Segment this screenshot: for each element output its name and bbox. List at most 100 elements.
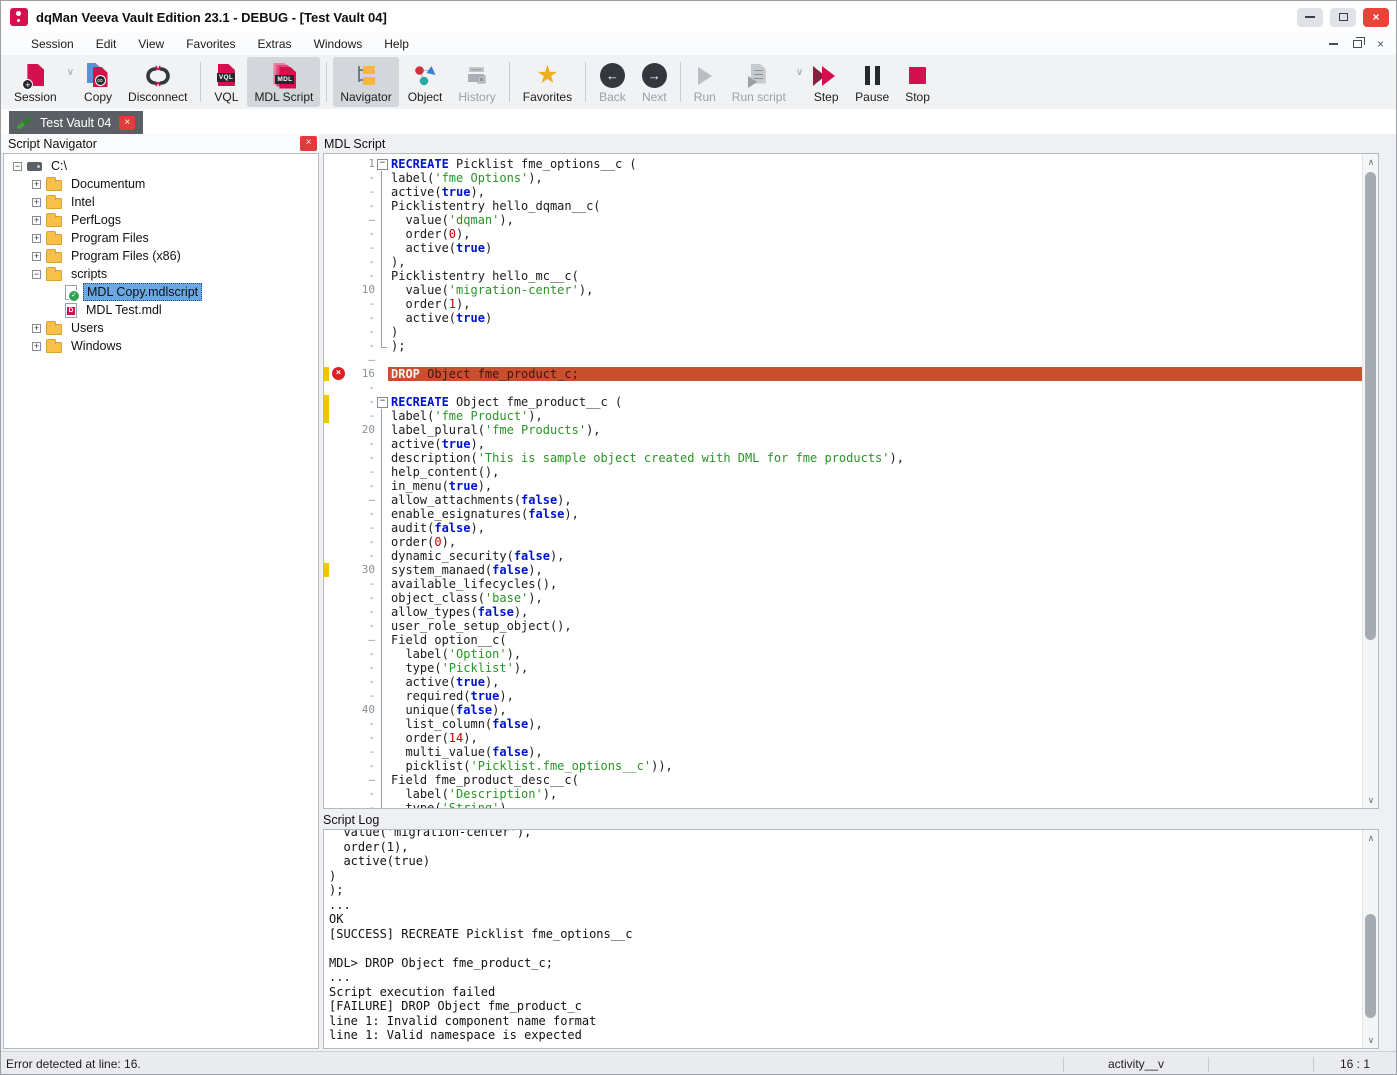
code-line[interactable]: -active(true), <box>324 185 1362 199</box>
code-line[interactable]: - required(true), <box>324 689 1362 703</box>
code-line[interactable]: 10 value('migration-center'), <box>324 283 1362 297</box>
scroll-down-icon[interactable] <box>1363 792 1379 808</box>
code-line[interactable]: - active(true) <box>324 311 1362 325</box>
code-line[interactable]: –Field fme_product_desc__c( <box>324 773 1362 787</box>
code-line[interactable]: - order(14), <box>324 731 1362 745</box>
code-line[interactable]: - picklist('Picklist.fme_options__c')), <box>324 759 1362 773</box>
copy-button[interactable]: Copy <box>77 57 119 107</box>
tree-item[interactable]: + Intel <box>4 193 318 211</box>
mdl-script-button[interactable]: MDL MDL Script <box>247 57 320 107</box>
collapse-icon[interactable]: − <box>13 162 22 171</box>
pause-button[interactable]: Pause <box>848 57 896 107</box>
step-button[interactable]: Step <box>806 57 846 107</box>
fold-collapse-icon[interactable] <box>375 395 388 409</box>
maximize-button[interactable] <box>1330 8 1356 27</box>
tree-item[interactable]: + Documentum <box>4 175 318 193</box>
tree-item-label[interactable]: Program Files <box>68 230 152 246</box>
menu-help[interactable]: Help <box>373 35 420 53</box>
favorites-button[interactable]: Favorites <box>516 57 579 107</box>
code-line[interactable]: –allow_attachments(false), <box>324 493 1362 507</box>
tree-item[interactable]: MDL Copy.mdlscript <box>4 283 318 301</box>
stop-button[interactable]: Stop <box>898 57 937 107</box>
code-line[interactable]: – value('dqman'), <box>324 213 1362 227</box>
tree-item[interactable]: +PerfLogs <box>4 211 318 229</box>
tree-item-label[interactable]: Intel <box>68 194 98 210</box>
expand-icon[interactable]: + <box>32 234 41 243</box>
code-line[interactable]: – <box>324 353 1362 367</box>
scroll-down-icon[interactable] <box>1363 1032 1379 1048</box>
tree-item[interactable]: + Program Files <box>4 229 318 247</box>
menu-windows[interactable]: Windows <box>303 35 374 53</box>
code-line[interactable]: - label('Description'), <box>324 787 1362 801</box>
expand-icon[interactable]: + <box>32 324 41 333</box>
code-line[interactable]: 20label_plural('fme Products'), <box>324 423 1362 437</box>
session-chevron-down-icon[interactable] <box>65 67 76 78</box>
minimize-button[interactable] <box>1297 8 1323 27</box>
tree-item-label[interactable]: Windows <box>68 338 125 354</box>
code-line[interactable]: - type('Picklist'), <box>324 661 1362 675</box>
code-line[interactable]: -enable_esignatures(false), <box>324 507 1362 521</box>
tree-item-label[interactable]: MDL Test.mdl <box>83 302 165 318</box>
menu-favorites[interactable]: Favorites <box>175 35 246 53</box>
scroll-up-icon[interactable] <box>1363 830 1379 846</box>
code-line[interactable]: - type('String') <box>324 801 1362 809</box>
code-line[interactable]: -audit(false), <box>324 521 1362 535</box>
code-line[interactable]: - multi_value(false), <box>324 745 1362 759</box>
tree-item-label[interactable]: MDL Copy.mdlscript <box>83 283 202 301</box>
tree-item[interactable]: +Program Files (x86) <box>4 247 318 265</box>
object-button[interactable]: Object <box>401 57 450 107</box>
code-line[interactable]: -) <box>324 325 1362 339</box>
code-line[interactable]: - <box>324 381 1362 395</box>
code-line[interactable]: -allow_types(false), <box>324 605 1362 619</box>
expand-icon[interactable]: + <box>32 198 41 207</box>
code-line[interactable]: 30system_manaed(false), <box>324 563 1362 577</box>
tab-test-vault-04[interactable]: Test Vault 04 <box>9 111 143 134</box>
code-line[interactable]: - list_column(false), <box>324 717 1362 731</box>
code-line[interactable]: -available_lifecycles(), <box>324 577 1362 591</box>
navigator-button[interactable]: Navigator <box>333 57 398 107</box>
child-close-icon[interactable]: × <box>1377 39 1384 49</box>
expand-icon[interactable]: + <box>32 342 41 351</box>
editor-scrollbar[interactable] <box>1362 154 1378 808</box>
tree-item-label[interactable]: Users <box>68 320 107 336</box>
code-line[interactable]: 1RECREATE Picklist fme_options__c ( <box>324 157 1362 171</box>
scrollbar-thumb[interactable] <box>1365 914 1376 1018</box>
code-line[interactable]: ×16DROP Object fme_product_c; <box>324 367 1362 381</box>
code-line[interactable]: -label('fme Product'), <box>324 409 1362 423</box>
collapse-icon[interactable]: − <box>32 270 41 279</box>
code-line[interactable]: -active(true), <box>324 437 1362 451</box>
tree-item[interactable]: + Users <box>4 319 318 337</box>
tree-item-label[interactable]: scripts <box>68 266 110 282</box>
code-line[interactable]: 40 unique(false), <box>324 703 1362 717</box>
tree-item-label[interactable]: Documentum <box>68 176 148 192</box>
code-line[interactable]: -dynamic_security(false), <box>324 549 1362 563</box>
tree-item-label[interactable]: PerfLogs <box>68 212 124 228</box>
script-navigator-close-icon[interactable] <box>300 136 317 151</box>
child-minimize-icon[interactable] <box>1329 43 1338 45</box>
tree-item[interactable]: + Windows <box>4 337 318 355</box>
code-line[interactable]: -label('fme Options'), <box>324 171 1362 185</box>
code-line[interactable]: -Picklistentry hello_mc__c( <box>324 269 1362 283</box>
code-line[interactable]: - active(true), <box>324 675 1362 689</box>
tree-item-label[interactable]: C:\ <box>48 158 70 174</box>
child-restore-icon[interactable] <box>1353 40 1362 48</box>
code-line[interactable]: -Picklistentry hello_dqman__c( <box>324 199 1362 213</box>
code-line[interactable]: -user_role_setup_object(), <box>324 619 1362 633</box>
tree-item[interactable]: − C:\ <box>4 157 318 175</box>
menu-view[interactable]: View <box>127 35 175 53</box>
tree-item[interactable]: MDL Test.mdl <box>4 301 318 319</box>
code-line[interactable]: -RECREATE Object fme_product__c ( <box>324 395 1362 409</box>
tree-item[interactable]: − scripts <box>4 265 318 283</box>
code-line[interactable]: - active(true) <box>324 241 1362 255</box>
vql-button[interactable]: VQL VQL <box>207 57 245 107</box>
scroll-up-icon[interactable] <box>1363 154 1379 170</box>
code-line[interactable]: –Field option__c( <box>324 633 1362 647</box>
close-button[interactable]: × <box>1363 8 1389 27</box>
expand-icon[interactable]: + <box>32 180 41 189</box>
tab-close-icon[interactable] <box>119 116 135 130</box>
code-line[interactable]: -description('This is sample object crea… <box>324 451 1362 465</box>
code-line[interactable]: -help_content(), <box>324 465 1362 479</box>
code-line[interactable]: - order(0), <box>324 227 1362 241</box>
log-scrollbar[interactable] <box>1362 830 1378 1048</box>
code-line[interactable]: -object_class('base'), <box>324 591 1362 605</box>
